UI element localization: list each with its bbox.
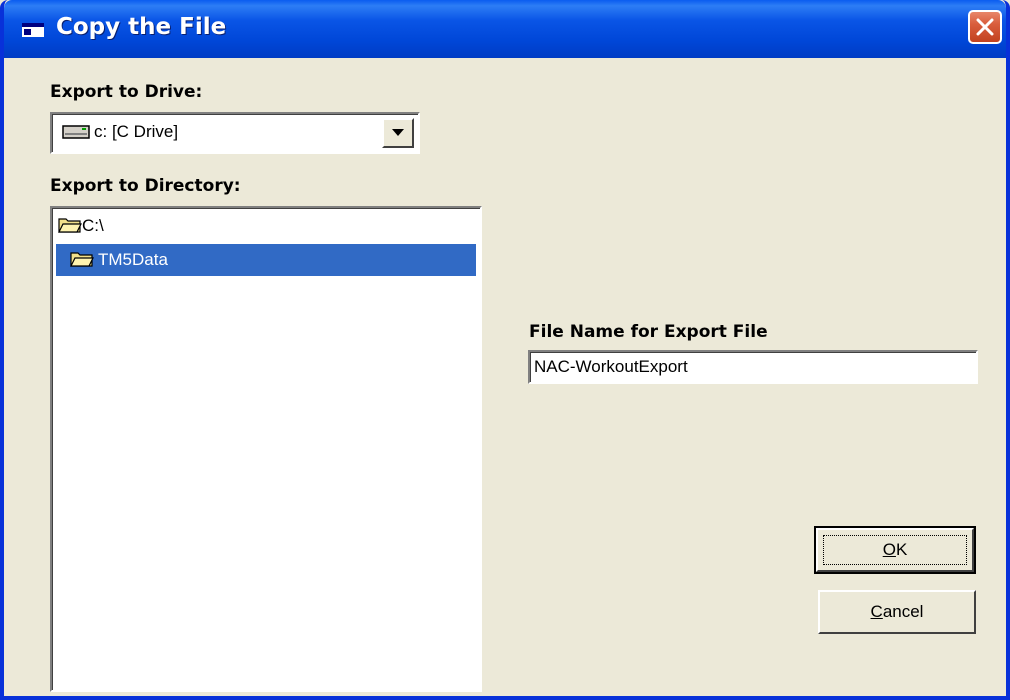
cancel-label: Cancel bbox=[871, 602, 924, 621]
window-icon bbox=[22, 23, 44, 37]
cancel-mnemonic: C bbox=[870, 602, 883, 621]
ok-button[interactable]: OK bbox=[814, 526, 976, 574]
ok-mnemonic: O bbox=[882, 540, 896, 559]
filename-input[interactable] bbox=[528, 350, 978, 384]
cancel-button[interactable]: Cancel bbox=[818, 590, 976, 634]
cancel-label-rest: ancel bbox=[882, 602, 924, 621]
ok-label: OK bbox=[883, 540, 908, 559]
directory-item-label: TM5Data bbox=[98, 250, 168, 269]
window-title: Copy the File bbox=[56, 14, 227, 40]
directory-list[interactable]: C:\ TM5Data bbox=[50, 206, 482, 692]
directory-item-label: C:\ bbox=[82, 216, 104, 235]
directory-item-root[interactable]: C:\ bbox=[56, 210, 476, 242]
drive-icon bbox=[62, 125, 90, 139]
drive-label: Export to Drive: bbox=[50, 82, 203, 102]
copy-file-dialog: Copy the File Export to Drive: c: [C Dri… bbox=[0, 0, 1010, 700]
directory-item-tm5data[interactable]: TM5Data bbox=[56, 244, 476, 276]
drive-dropdown-button[interactable] bbox=[382, 118, 414, 148]
drive-select[interactable]: c: [C Drive] bbox=[50, 112, 420, 154]
chevron-down-icon bbox=[392, 129, 404, 136]
close-icon bbox=[976, 18, 994, 36]
filename-label: File Name for Export File bbox=[529, 322, 768, 342]
drive-selected-value: c: [C Drive] bbox=[94, 122, 179, 141]
open-folder-icon bbox=[70, 252, 94, 267]
ok-label-rest: K bbox=[895, 540, 908, 559]
directory-label: Export to Directory: bbox=[50, 176, 241, 196]
title-bar[interactable]: Copy the File bbox=[4, 0, 1006, 58]
open-folder-icon bbox=[58, 218, 82, 233]
close-button[interactable] bbox=[968, 10, 1002, 44]
